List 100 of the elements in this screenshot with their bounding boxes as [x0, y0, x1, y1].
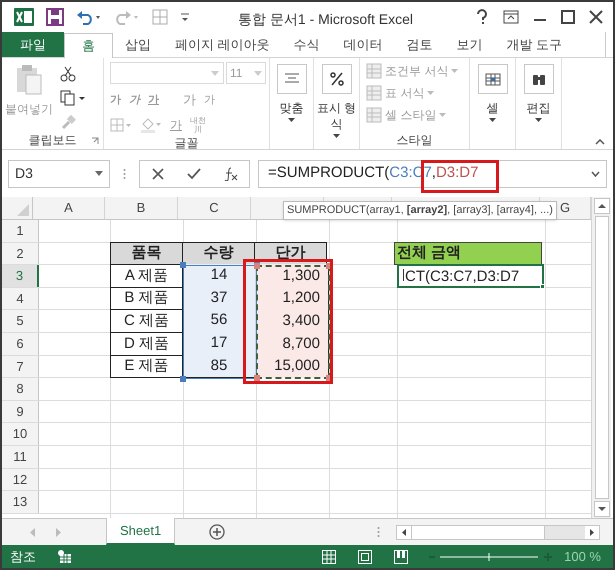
- dialog-launcher-icon[interactable]: [91, 137, 99, 145]
- zoom-slider-icon[interactable]: [428, 551, 552, 563]
- ribbon-tab[interactable]: 삽입: [113, 32, 163, 57]
- cells-button[interactable]: 셀: [478, 58, 508, 131]
- check-icon[interactable]: [186, 168, 200, 180]
- row-header[interactable]: 9: [2, 400, 39, 422]
- dropdown-arrow-icon: [451, 69, 458, 73]
- normal-view-icon[interactable]: [322, 550, 336, 564]
- row-header[interactable]: 5: [2, 310, 39, 332]
- dropdown-arrow-icon: [288, 118, 295, 122]
- ribbon-tab[interactable]: 개발 도구: [494, 32, 574, 57]
- cells-icon: [484, 72, 500, 86]
- row-header[interactable]: 10: [2, 423, 39, 445]
- close-icon[interactable]: [589, 10, 603, 24]
- file-tab[interactable]: 파일: [2, 32, 64, 57]
- dropdown-arrow-icon: [95, 171, 103, 176]
- collapse-ribbon-icon[interactable]: [595, 139, 605, 145]
- table-cell: 수량: [182, 242, 255, 266]
- clipboard-icon: [15, 64, 43, 96]
- row-header[interactable]: 11: [2, 446, 39, 468]
- status-mode: 참조: [9, 548, 36, 566]
- function-tooltip: SUMPRODUCT(array1, [array2], [array3], [array4], ...): [283, 201, 557, 220]
- ribbon-display-icon[interactable]: [503, 10, 519, 24]
- row-header[interactable]: 8: [2, 378, 39, 400]
- table-cell: 56: [183, 309, 256, 333]
- group-label: 글꼴: [174, 134, 198, 152]
- grid-icon: [152, 9, 168, 25]
- ribbon-tab[interactable]: 홈: [64, 33, 113, 58]
- add-sheet-icon[interactable]: [209, 524, 226, 540]
- row-header[interactable]: 7: [2, 356, 39, 378]
- undo-icon[interactable]: [76, 9, 102, 25]
- table-cell: C 제품: [110, 309, 183, 333]
- table-cell: E 제품: [110, 354, 183, 378]
- save-icon[interactable]: [46, 8, 64, 26]
- scissors-icon[interactable]: [60, 66, 76, 82]
- dropdown-arrow-icon: [211, 70, 219, 76]
- dropdown-arrow-icon: [439, 113, 446, 117]
- dropdown-arrow-icon: [427, 91, 434, 95]
- ribbon-tab[interactable]: 보기: [444, 32, 495, 57]
- group-label: 클립보드: [28, 132, 76, 149]
- splitter-icon[interactable]: [377, 526, 380, 538]
- table-cell: 85: [183, 354, 256, 378]
- ribbon-tab[interactable]: 페이지 레이아웃: [163, 32, 282, 57]
- scroll-left-icon: [397, 526, 412, 538]
- scroll-right-icon: [585, 526, 600, 538]
- ribbon-tab[interactable]: 수식: [282, 32, 332, 57]
- function-icon[interactable]: [224, 166, 238, 180]
- page-break-view-icon[interactable]: [394, 550, 408, 564]
- row-header[interactable]: 6: [2, 332, 39, 355]
- column-header[interactable]: C: [178, 197, 251, 219]
- table-cell: B 제품: [110, 286, 183, 310]
- table-cell: 3,400: [256, 309, 329, 333]
- redo-icon: [114, 9, 140, 25]
- row-header[interactable]: 12: [2, 468, 39, 490]
- row-header[interactable]: 1: [2, 220, 39, 242]
- help-icon[interactable]: [475, 9, 489, 25]
- scrollbar-thumb[interactable]: [411, 526, 546, 538]
- more-options-icon: [123, 168, 126, 180]
- editing-button[interactable]: 편집: [524, 58, 554, 131]
- table-style-icon: [366, 107, 382, 123]
- ribbon-tab[interactable]: 검토: [394, 32, 445, 57]
- dropdown-arrow-icon: [333, 134, 340, 138]
- column-header[interactable]: A: [33, 197, 105, 219]
- page-layout-view-icon[interactable]: [358, 550, 372, 564]
- table-cell: 15,000: [256, 354, 329, 378]
- row-header[interactable]: 3: [2, 265, 39, 287]
- expand-icon[interactable]: [591, 170, 600, 176]
- name-box[interactable]: D3: [8, 160, 110, 188]
- scroll-up-icon[interactable]: [594, 198, 610, 214]
- row-header[interactable]: 2: [2, 242, 39, 264]
- text-cursor-icon: [403, 269, 404, 282]
- table-style-icon: [366, 63, 382, 79]
- table-cell: D 제품: [110, 332, 183, 356]
- scrollbar-thumb[interactable]: [594, 216, 608, 499]
- row-header[interactable]: 13: [2, 491, 39, 513]
- macro-record-icon[interactable]: [58, 550, 72, 564]
- binoculars-icon: [530, 72, 546, 86]
- percent-icon: [328, 72, 344, 86]
- copy-icon[interactable]: [60, 90, 86, 106]
- alignment-button[interactable]: 맞춤: [276, 58, 306, 131]
- table-cell: 전체 금액: [394, 242, 542, 266]
- column-header[interactable]: B: [105, 197, 178, 219]
- scroll-down-icon[interactable]: [594, 501, 610, 517]
- maximize-icon[interactable]: [561, 10, 575, 24]
- number-format-button[interactable]: 표시 형식: [316, 58, 356, 138]
- cell-editor[interactable]: CT(C3:C7,D3:D7: [397, 265, 545, 289]
- sheet-tab[interactable]: Sheet1: [106, 518, 176, 545]
- table-cell: 8,700: [256, 332, 329, 356]
- group-label: 스타일: [396, 132, 432, 149]
- horizontal-scrollbar[interactable]: [396, 524, 600, 540]
- row-header[interactable]: 4: [2, 288, 39, 310]
- ribbon-tab[interactable]: 데이터: [332, 32, 395, 57]
- customize-dropdown-icon[interactable]: [180, 11, 190, 23]
- cancel-icon[interactable]: [152, 168, 164, 180]
- dropdown-arrow-icon: [489, 118, 496, 122]
- table-cell: 17: [183, 332, 256, 356]
- excel-logo-icon: [14, 8, 34, 26]
- dropdown-arrow-icon: [535, 118, 542, 122]
- table-cell: 품목: [110, 242, 183, 266]
- dropdown-arrow-icon: [254, 70, 262, 76]
